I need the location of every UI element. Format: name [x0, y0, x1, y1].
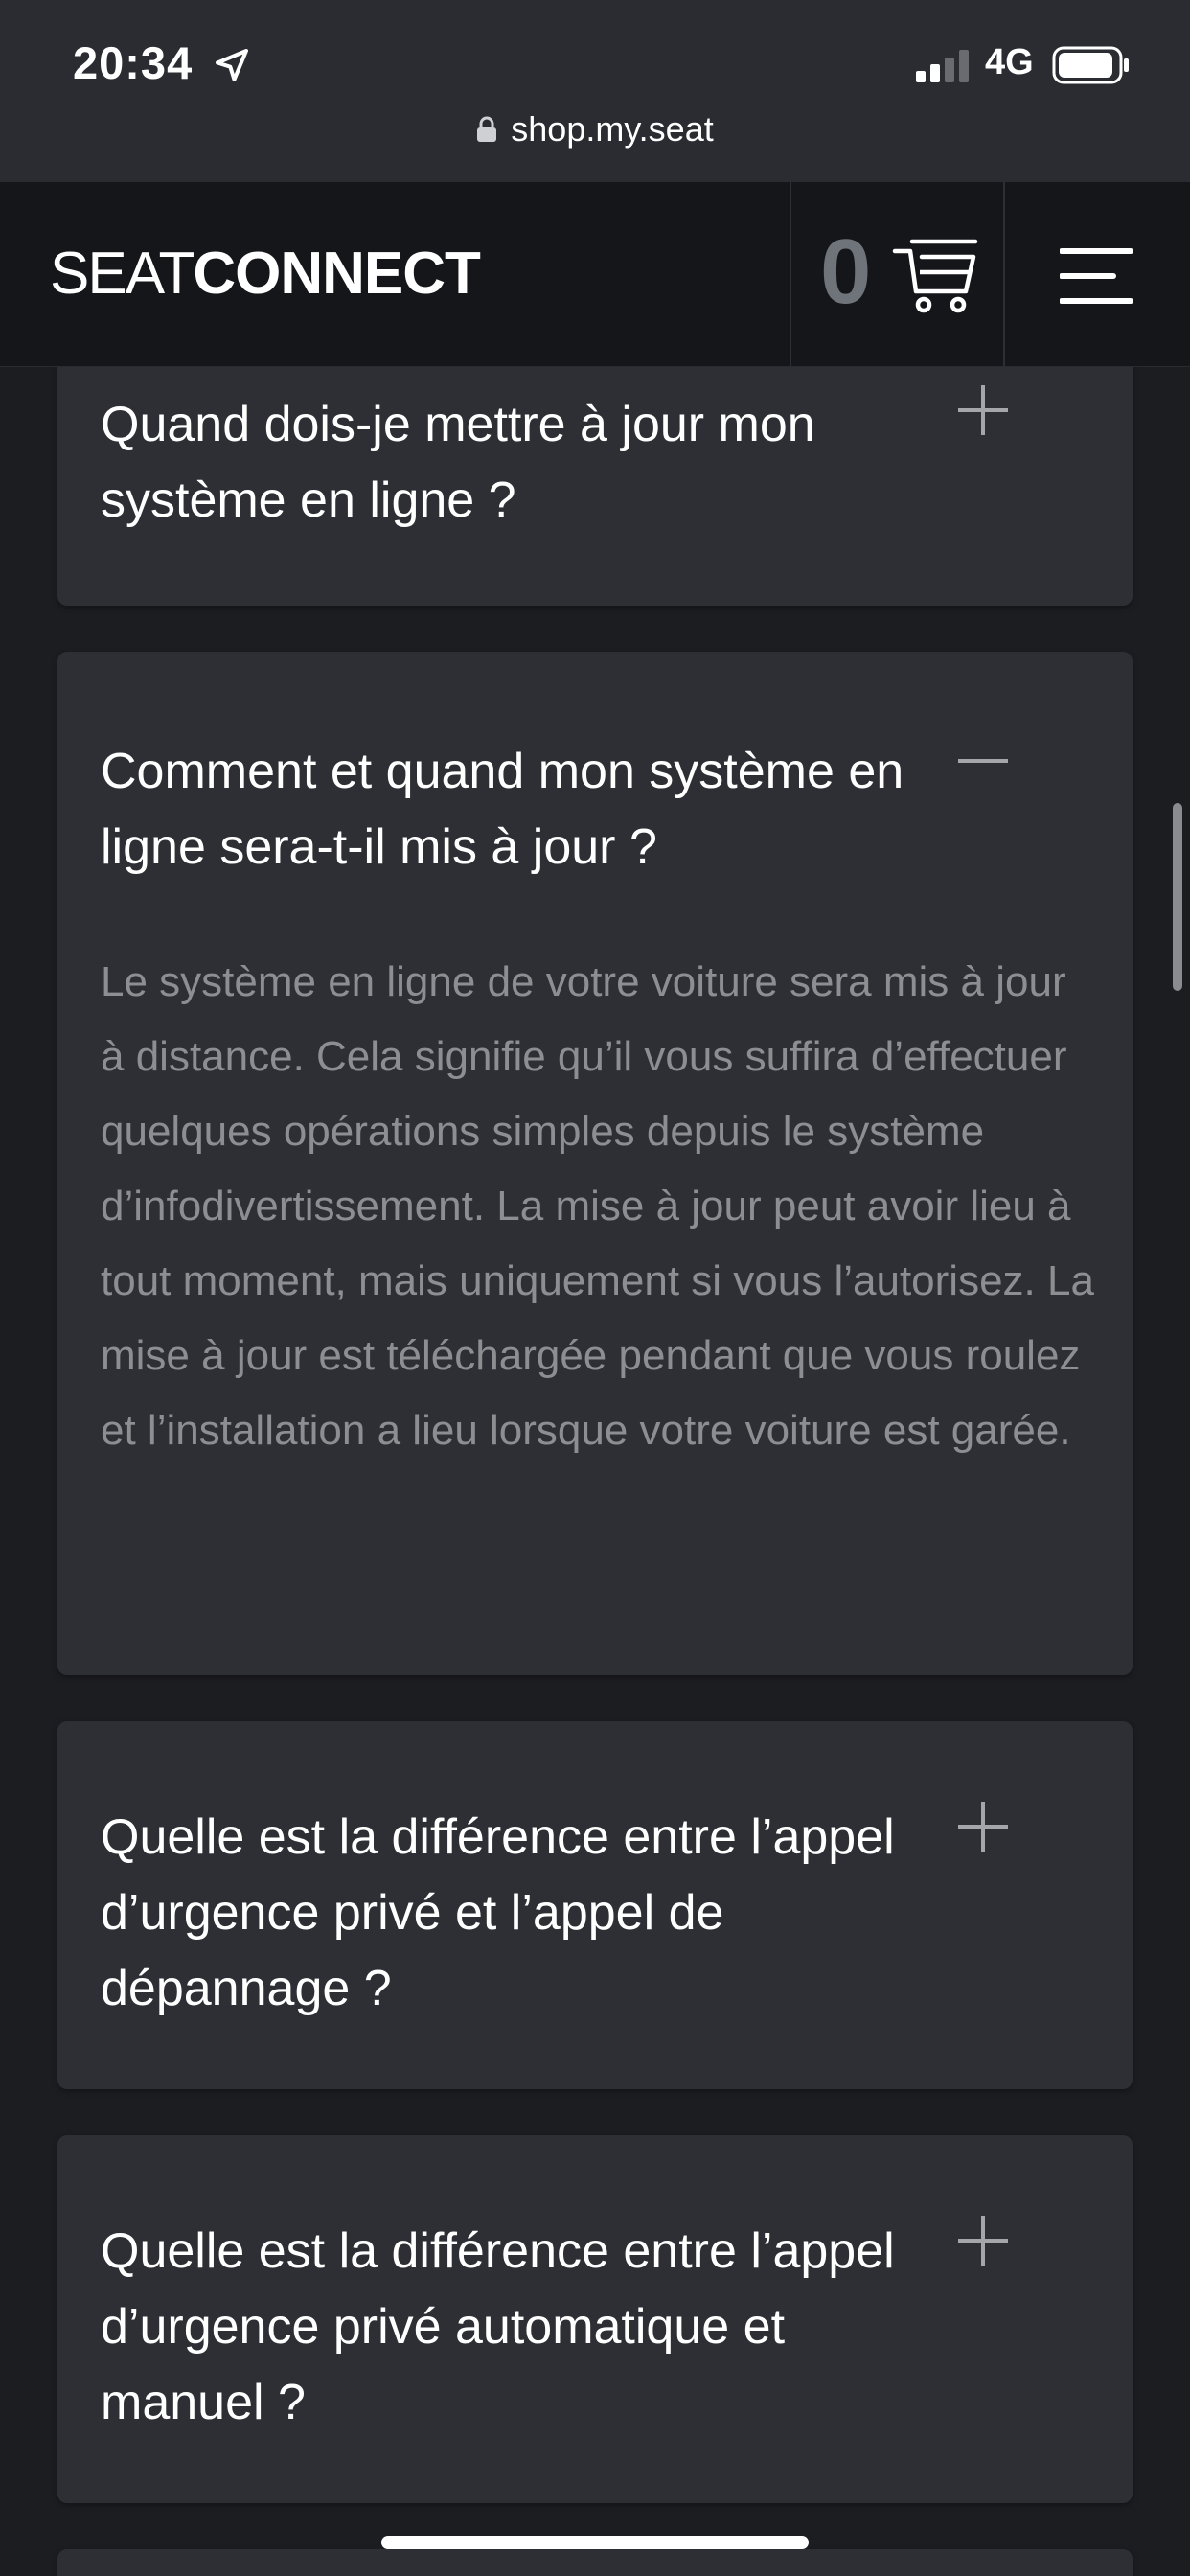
- header-divider: [1003, 182, 1005, 366]
- status-bar: 20:34 4G shop.my.seat: [0, 0, 1190, 182]
- home-indicator[interactable]: [381, 2536, 809, 2549]
- faq-item[interactable]: Quelle est la différence entre l’appel d…: [57, 2135, 1133, 2503]
- url-text: shop.my.seat: [511, 109, 714, 149]
- screen: 20:34 4G shop.my.seat Quand dois-je mett…: [0, 0, 1190, 2576]
- header-divider: [790, 182, 791, 366]
- lock-icon: [477, 116, 497, 142]
- faq-question[interactable]: Quelle est la différence entre l’appel d…: [101, 1800, 944, 2027]
- plus-icon[interactable]: [956, 1800, 1010, 1853]
- location-arrow-icon: [216, 49, 248, 81]
- cellular-signal-icon: [916, 50, 969, 82]
- battery-icon: [1052, 46, 1129, 84]
- minus-icon[interactable]: [956, 755, 1010, 809]
- faq-question[interactable]: Quelle est la différence entre l’appel d…: [101, 2214, 944, 2441]
- faq-answer: Le système en ligne de votre voiture ser…: [101, 958, 1094, 1454]
- plus-icon[interactable]: [956, 2214, 1010, 2267]
- faq-item[interactable]: Quand dois-je mettre à jour mon système …: [57, 326, 1133, 606]
- logo-bold-text: CONNECT: [193, 241, 481, 307]
- plus-icon[interactable]: [956, 383, 1010, 437]
- faq-item[interactable]: [57, 2549, 1133, 2576]
- seat-connect-logo[interactable]: SEATCONNECT: [50, 240, 481, 308]
- url-bar[interactable]: shop.my.seat: [0, 109, 1190, 150]
- cart-count[interactable]: 0: [820, 224, 871, 320]
- status-time: 20:34: [73, 37, 194, 88]
- hamburger-menu-icon[interactable]: [1060, 247, 1133, 305]
- faq-question[interactable]: Quand dois-je mettre à jour mon système …: [101, 387, 944, 539]
- scrollbar-thumb[interactable]: [1173, 803, 1182, 991]
- faq-item[interactable]: Quelle est la différence entre l’appel d…: [57, 1721, 1133, 2089]
- shopping-cart-icon[interactable]: [891, 238, 979, 314]
- faq-question[interactable]: Comment et quand mon système en ligne se…: [101, 734, 944, 886]
- network-label: 4G: [985, 42, 1034, 82]
- faq-item-expanded[interactable]: Comment et quand mon système en ligne se…: [57, 652, 1133, 1675]
- app-header: SEATCONNECT 0: [0, 182, 1190, 367]
- logo-light-text: SEAT: [50, 241, 195, 307]
